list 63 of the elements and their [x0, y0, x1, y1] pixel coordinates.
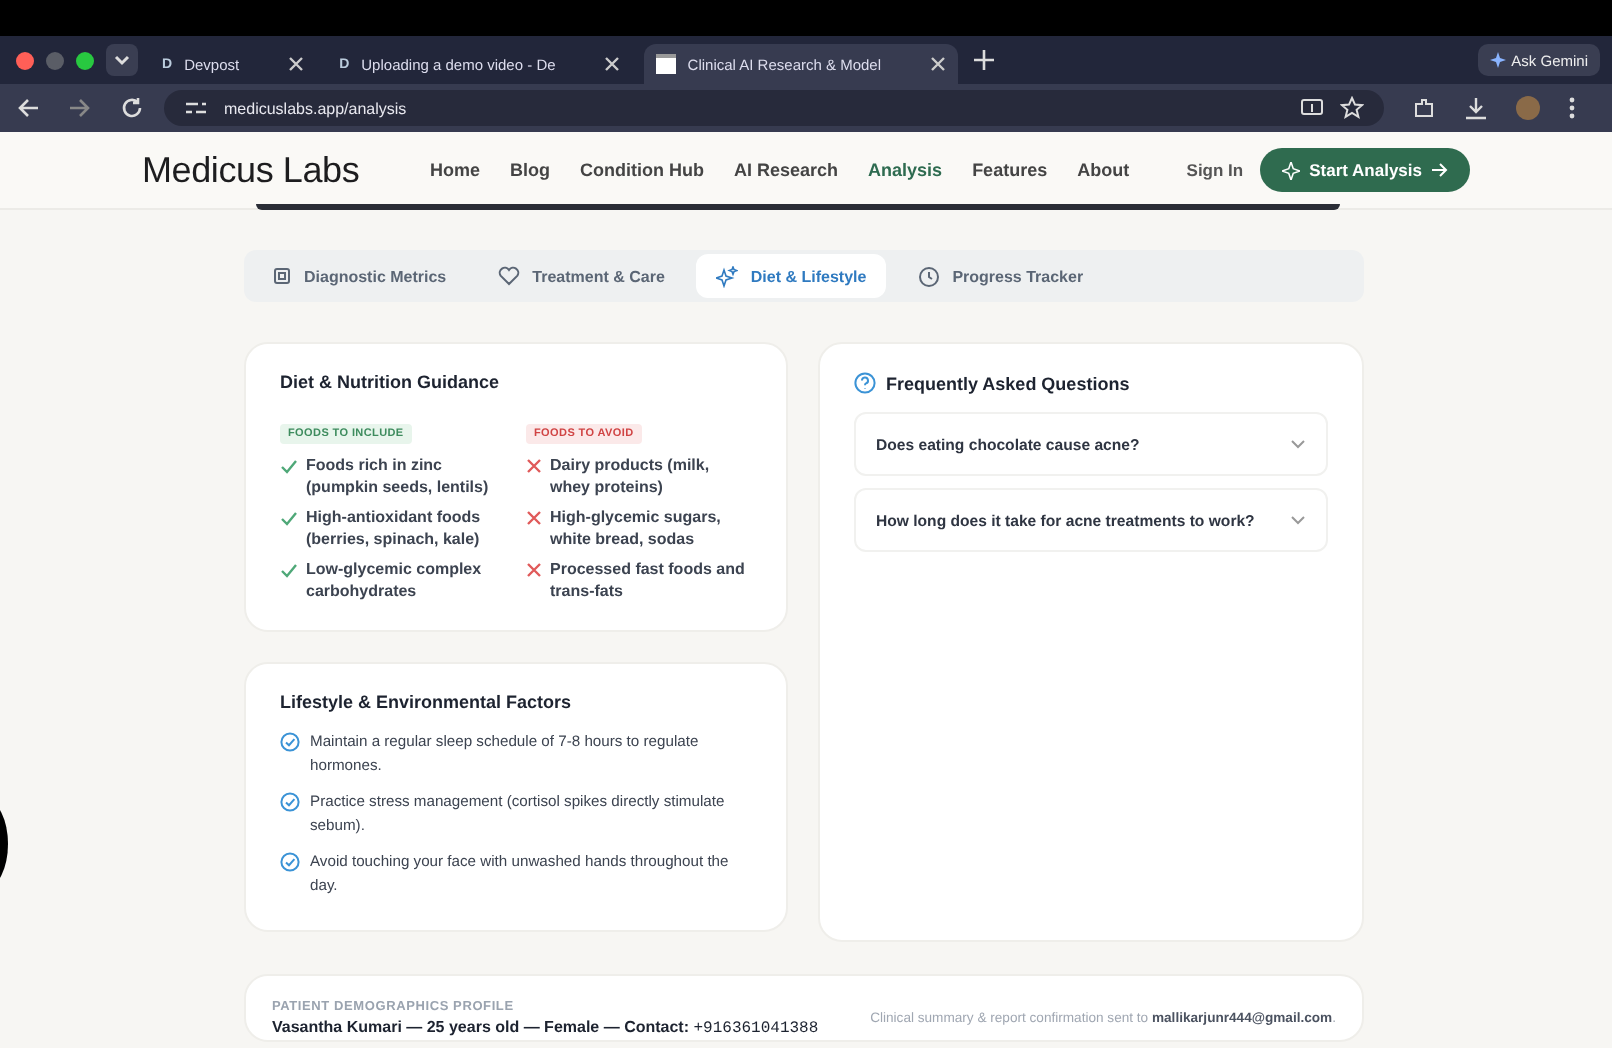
sparkle-icon — [716, 265, 739, 287]
address-bar[interactable]: medicuslabs.app/analysis — [164, 90, 1384, 126]
card-title: Diet & Nutrition Guidance — [280, 372, 502, 392]
section-tab[interactable]: Diagnostic Metrics — [252, 254, 467, 298]
nav-link[interactable]: About — [1077, 160, 1130, 180]
check-circle-icon — [280, 732, 300, 752]
nav-link[interactable]: Analysis — [868, 160, 943, 180]
star-icon[interactable] — [1340, 96, 1364, 120]
check-icon — [280, 510, 298, 526]
extensions-icon[interactable] — [1412, 96, 1436, 120]
install-icon[interactable] — [1300, 96, 1324, 120]
heart-icon — [498, 266, 521, 286]
chevron-down-icon — [112, 50, 132, 70]
cross-icon — [526, 562, 542, 578]
new-tab-icon[interactable] — [973, 50, 994, 70]
nav-link[interactable]: Condition Hub — [580, 160, 704, 180]
maximize-window-icon[interactable] — [76, 51, 94, 69]
food-item: Low-glycemic complex carbohydrates — [306, 558, 484, 602]
check-icon — [280, 458, 298, 474]
section-tab[interactable]: Progress Tracker — [898, 254, 1104, 298]
nav-link[interactable]: Blog — [510, 160, 551, 180]
chevron-down-icon — [1290, 514, 1306, 526]
chip-icon — [272, 266, 292, 286]
food-item: Processed fast foods and trans-fats — [550, 558, 747, 602]
check-circle-icon — [280, 792, 300, 812]
nav-link[interactable]: Features — [972, 160, 1048, 180]
check-icon — [280, 562, 298, 578]
help-icon — [854, 372, 876, 394]
card-title: Frequently Asked Questions — [886, 373, 1130, 393]
start-analysis-button[interactable]: Start Analysis — [1259, 148, 1470, 192]
tab-list-button[interactable] — [106, 44, 138, 76]
sparkle-icon — [1281, 161, 1300, 179]
cross-icon — [526, 510, 542, 526]
nav-link[interactable]: AI Research — [734, 160, 839, 180]
food-item: High-antioxidant foods (berries, spinach, kale) — [306, 506, 483, 550]
menu-icon[interactable] — [1568, 96, 1576, 120]
patient-details: Vasantha Kumari — 25 years old — Female — Contact: — [272, 1017, 690, 1035]
forward-icon[interactable] — [68, 96, 92, 120]
reload-icon[interactable] — [120, 96, 144, 120]
sign-in-link[interactable]: Sign In — [1186, 160, 1244, 180]
food-item: Dairy products (milk, whey proteins) — [550, 454, 712, 498]
nav-link[interactable]: Home — [430, 160, 481, 180]
site-settings-icon[interactable] — [184, 98, 208, 118]
back-icon[interactable] — [16, 96, 40, 120]
chevron-down-icon — [1290, 438, 1306, 450]
arrow-right-icon — [1432, 162, 1448, 178]
close-window-icon[interactable] — [16, 51, 34, 69]
check-circle-icon — [280, 852, 300, 872]
food-item: High-glycemic sugars, white bread, sodas — [550, 506, 723, 550]
sparkle-icon — [1489, 52, 1506, 68]
clock-icon — [918, 265, 941, 287]
card-title: Lifestyle & Environmental Factors — [280, 692, 574, 712]
site-logo[interactable]: Medicus Labs — [142, 149, 430, 191]
section-tab[interactable]: Treatment & Care — [478, 254, 685, 298]
page-icon — [655, 54, 676, 74]
cross-icon — [526, 458, 542, 474]
close-icon[interactable] — [929, 56, 946, 72]
download-icon[interactable] — [1464, 96, 1488, 120]
close-icon[interactable] — [603, 56, 620, 72]
phone-number: +916361041388 — [693, 1019, 819, 1037]
section-tab[interactable]: Diet & Lifestyle — [696, 254, 887, 298]
close-icon[interactable] — [287, 56, 304, 72]
food-item: Foods rich in zinc (pumpkin seeds, lentils) — [306, 454, 491, 498]
